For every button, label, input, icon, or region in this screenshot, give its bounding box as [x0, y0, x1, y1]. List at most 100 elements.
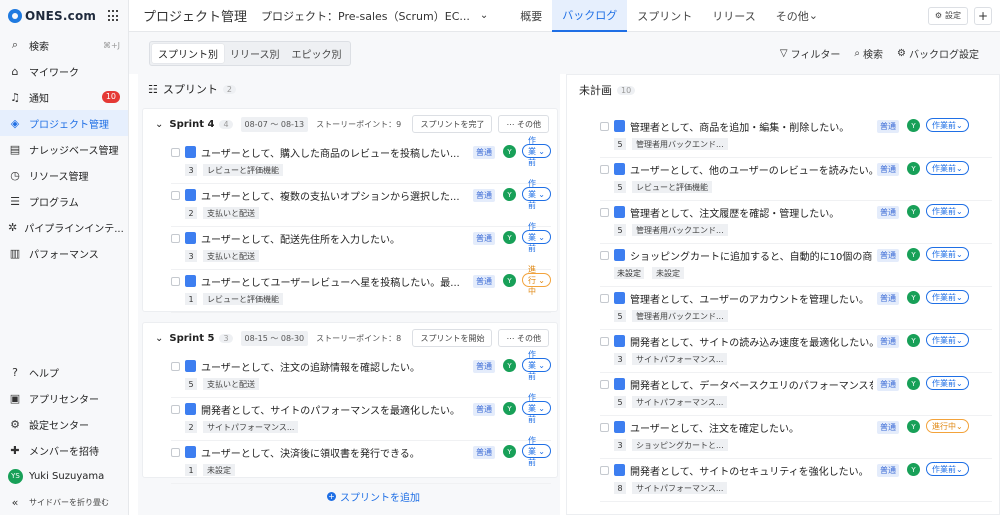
chevron-down-icon[interactable]: ⌄: [155, 333, 163, 344]
story-title[interactable]: 管理者として、注文履歴を確認・管理したい。: [630, 205, 873, 220]
sidebar-item-bell[interactable]: ♫ 通知 10: [0, 84, 128, 110]
sidebar-item-project[interactable]: ◈ プロジェクト管理: [0, 110, 128, 136]
row-checkbox[interactable]: [600, 380, 609, 389]
tab-0[interactable]: 概要: [510, 0, 552, 32]
sidebar-item-program[interactable]: ☰ プログラム: [0, 188, 128, 214]
app-grid-icon[interactable]: [108, 10, 120, 22]
chevron-down-icon[interactable]: ⌄: [155, 119, 163, 130]
sidebar-item-app[interactable]: ▣ アプリセンター: [0, 385, 129, 411]
status-dropdown[interactable]: 作業前 ⌄: [522, 350, 551, 381]
row-checkbox[interactable]: [171, 277, 180, 286]
story-row[interactable]: 管理者として、商品を追加・編集・削除したい。 5 管理者用バックエンド... 普通 Y 作…: [600, 115, 992, 158]
status-dropdown[interactable]: 進行中 ⌄: [522, 265, 551, 296]
status-dropdown[interactable]: 作業前 ⌄: [926, 462, 969, 476]
sidebar-item-search[interactable]: ⌕ 検索 ⌘+J: [0, 32, 128, 58]
status-dropdown[interactable]: 作業前 ⌄: [926, 333, 969, 347]
sidebar-item-home[interactable]: ⌂ マイワーク: [0, 58, 128, 84]
status-dropdown[interactable]: 作業前 ⌄: [926, 247, 969, 261]
tab-2[interactable]: スプリント: [627, 0, 702, 32]
row-checkbox[interactable]: [600, 165, 609, 174]
collapse-sidebar-button[interactable]: « サイドバーを折り畳む: [0, 489, 129, 515]
assignee-avatar[interactable]: Y: [503, 402, 516, 415]
add-sprint-button[interactable]: + スプリントを追加: [327, 489, 420, 504]
row-checkbox[interactable]: [600, 208, 609, 217]
status-dropdown[interactable]: 作業前 ⌄: [522, 136, 551, 167]
story-row[interactable]: 管理者として、注文履歴を確認・管理したい。 5 管理者用バックエンド... 普通 Y 作業…: [600, 201, 992, 244]
assignee-avatar[interactable]: Y: [907, 205, 920, 218]
assignee-avatar[interactable]: Y: [503, 359, 516, 372]
backlog-settings-button[interactable]: ⚙ バックログ設定: [897, 46, 979, 61]
assignee-avatar[interactable]: Y: [503, 145, 516, 158]
row-checkbox[interactable]: [600, 466, 609, 475]
story-row[interactable]: 開発者として、サイトのセキュリティを強化したい。 8 サイトパフォーマンス... 普通…: [600, 459, 992, 502]
tab-3[interactable]: リリース: [702, 0, 765, 32]
story-title[interactable]: 管理者として、商品を追加・編集・削除したい。: [630, 119, 873, 134]
assignee-avatar[interactable]: Y: [503, 231, 516, 244]
row-checkbox[interactable]: [600, 294, 609, 303]
tab-1[interactable]: バックログ: [552, 0, 628, 32]
view-option-2[interactable]: エピック別: [286, 44, 348, 63]
story-row[interactable]: 開発者として、サイトの読み込み速度を最適化したい。 3 サイトパフォーマンス... 普…: [600, 330, 992, 373]
story-title[interactable]: 開発者として、サイトの読み込み速度を最適化したい。: [630, 334, 873, 349]
story-title[interactable]: ショッピングカートに追加すると、自動的に10個の商...: [630, 248, 873, 263]
view-option-1[interactable]: リリース別: [224, 44, 286, 63]
settings-button[interactable]: ⚙ 設定: [927, 6, 968, 25]
user-profile[interactable]: YS Yuki Suzuyama: [0, 463, 129, 489]
story-row[interactable]: ユーザーとして、他のユーザーのレビューを読みたい。 5 レビューと評価機能 普通 Y 作業…: [600, 158, 992, 201]
assignee-avatar[interactable]: Y: [503, 274, 516, 287]
assignee-avatar[interactable]: Y: [907, 248, 920, 261]
story-title[interactable]: 開発者として、サイトのセキュリティを強化したい。: [630, 463, 873, 478]
story-row[interactable]: ユーザーとして、購入した商品のレビューを投稿したい... 3 レビューと評価機能 普通…: [171, 136, 551, 184]
row-checkbox[interactable]: [171, 405, 180, 414]
search-button[interactable]: ⌕ 検索: [854, 46, 883, 61]
sidebar-item-settings[interactable]: ⚙ 設定センター: [0, 411, 129, 437]
story-row[interactable]: ユーザーとして、配送先住所を入力したい。 3 支払いと配送 普通 Y 作業前 ⌄: [171, 222, 551, 270]
project-selector[interactable]: プロジェクト：Pre-sales（Scrum）EC... ⌄: [261, 8, 510, 24]
assignee-avatar[interactable]: Y: [503, 188, 516, 201]
status-dropdown[interactable]: 作業前 ⌄: [522, 222, 551, 253]
story-row[interactable]: ユーザーとしてユーザーレビューへ星を投稿したい。最... 1 レビューと評価機能 普通…: [171, 265, 551, 313]
sidebar-item-pipeline[interactable]: ✲ パイプラインインテ...: [0, 214, 128, 240]
status-dropdown[interactable]: 作業前 ⌄: [926, 161, 969, 175]
story-row[interactable]: ユーザーとして、決済後に領収書を発行できる。 1 未設定 普通 Y 作業前 ⌄: [171, 436, 551, 484]
view-option-0[interactable]: スプリント別: [152, 43, 224, 63]
filter-button[interactable]: ▽ フィルター: [780, 46, 841, 61]
sidebar-item-invite[interactable]: ✚ メンバーを招待: [0, 437, 129, 463]
row-checkbox[interactable]: [171, 191, 180, 200]
assignee-avatar[interactable]: Y: [907, 463, 920, 476]
story-title[interactable]: ユーザーとして、複数の支払いオプションから選択した...: [201, 188, 469, 203]
story-title[interactable]: ユーザーとして、注文を確定したい。: [630, 420, 873, 435]
status-dropdown[interactable]: 進行中 ⌄: [926, 419, 969, 433]
assignee-avatar[interactable]: Y: [503, 445, 516, 458]
story-title[interactable]: ユーザーとしてユーザーレビューへ星を投稿したい。最...: [201, 274, 469, 289]
status-dropdown[interactable]: 作業前 ⌄: [926, 204, 969, 218]
assignee-avatar[interactable]: Y: [907, 291, 920, 304]
story-row[interactable]: ショッピングカートに追加すると、自動的に10個の商... 未設定 未設定 普通 Y 作業前…: [600, 244, 992, 287]
story-title[interactable]: ユーザーとして、配送先住所を入力したい。: [201, 231, 469, 246]
row-checkbox[interactable]: [600, 423, 609, 432]
assignee-avatar[interactable]: Y: [907, 377, 920, 390]
status-dropdown[interactable]: 作業前 ⌄: [926, 376, 969, 390]
status-dropdown[interactable]: 作業前 ⌄: [926, 118, 969, 132]
story-row[interactable]: ユーザーとして、注文を確定したい。 3 ショッピングカートと... 普通 Y 進行中 ⌄: [600, 416, 992, 459]
story-title[interactable]: ユーザーとして、決済後に領収書を発行できる。: [201, 445, 469, 460]
assignee-avatar[interactable]: Y: [907, 162, 920, 175]
add-button[interactable]: +: [974, 6, 992, 25]
sprint-action-button[interactable]: スプリントを完了: [412, 115, 493, 133]
story-row[interactable]: 管理者として、ユーザーのアカウントを管理したい。 5 管理者用バックエンド... 普通…: [600, 287, 992, 330]
sidebar-item-help[interactable]: ? ヘルプ: [0, 359, 129, 385]
story-title[interactable]: 管理者として、ユーザーのアカウントを管理したい。: [630, 291, 873, 306]
story-title[interactable]: ユーザーとして、他のユーザーのレビューを読みたい。: [630, 162, 873, 177]
sidebar-item-chart[interactable]: ▥ パフォーマンス: [0, 240, 128, 266]
story-row[interactable]: 開発者として、データベースクエリのパフォーマンスを... 5 サイトパフォーマンス.…: [600, 373, 992, 416]
status-dropdown[interactable]: 作業前 ⌄: [522, 179, 551, 210]
sidebar-item-clock[interactable]: ◷ リソース管理: [0, 162, 128, 188]
story-row[interactable]: ユーザーとして、注文の追跡情報を確認したい。 5 支払いと配送 普通 Y 作業前 ⌄: [171, 350, 551, 398]
row-checkbox[interactable]: [600, 251, 609, 260]
sprint-action-button[interactable]: スプリントを開始: [412, 329, 493, 347]
sidebar-item-book[interactable]: ▤ ナレッジベース管理: [0, 136, 128, 162]
row-checkbox[interactable]: [171, 234, 180, 243]
status-dropdown[interactable]: 作業前 ⌄: [522, 393, 551, 424]
assignee-avatar[interactable]: Y: [907, 119, 920, 132]
story-row[interactable]: ユーザーとして、複数の支払いオプションから選択した... 2 支払いと配送 普通 Y 作業…: [171, 179, 551, 227]
